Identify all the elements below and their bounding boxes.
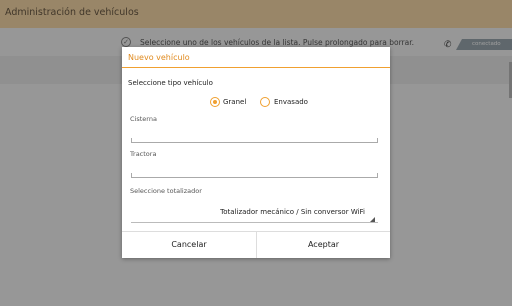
radio-envasado[interactable] [260, 97, 270, 107]
cisterna-label: Cisterna [130, 115, 157, 123]
dialog-title-divider [122, 67, 390, 68]
radio-envasado-label[interactable]: Envasado [274, 98, 308, 106]
tractora-input[interactable] [131, 173, 378, 178]
radio-granel[interactable] [210, 97, 220, 107]
dropdown-arrow-icon[interactable] [370, 217, 375, 222]
dialog-title: Nuevo vehículo [128, 53, 190, 62]
accept-button[interactable]: Aceptar [256, 232, 390, 258]
totalizador-select[interactable]: Totalizador mecánico / Sin conversor WiF… [220, 208, 365, 216]
vehicle-type-label: Seleccione tipo vehículo [128, 79, 213, 87]
totalizador-label: Seleccione totalizador [130, 187, 202, 195]
cancel-button[interactable]: Cancelar [122, 232, 256, 258]
cisterna-input[interactable] [131, 138, 378, 143]
tractora-label: Tractora [130, 150, 157, 158]
totalizador-underline [131, 222, 378, 223]
new-vehicle-dialog: Nuevo vehículo Seleccione tipo vehículo … [122, 47, 390, 258]
radio-granel-label[interactable]: Granel [223, 98, 246, 106]
dialog-buttons: Cancelar Aceptar [122, 231, 390, 258]
